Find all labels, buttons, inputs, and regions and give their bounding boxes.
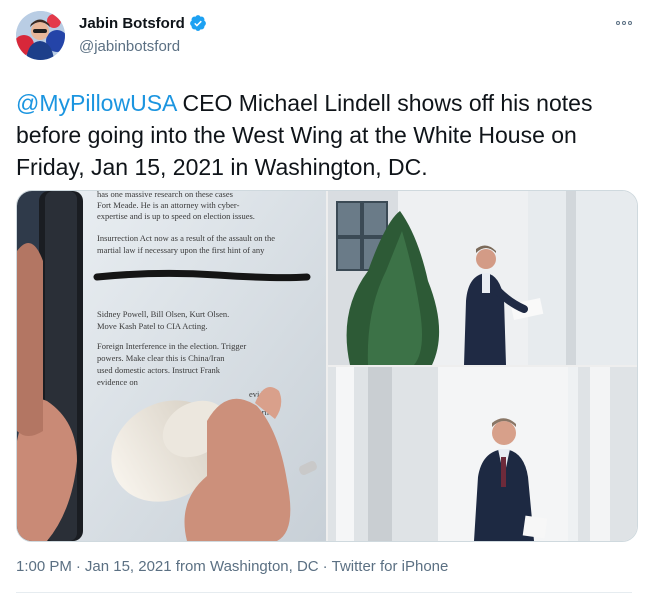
tweet-time: 1:00 PM (16, 558, 72, 575)
photo-lindell-standing[interactable] (328, 367, 637, 541)
notes-line: expertise and is up to speed on election… (97, 211, 255, 221)
author-display-name[interactable]: Jabin Botsford (79, 14, 207, 32)
notes-line: Sidney Powell, Bill Olsen, Kurt Olsen. (97, 309, 229, 319)
separator: · (75, 558, 81, 575)
client-link[interactable]: Twitter for iPhone (332, 558, 449, 575)
notes-line: powers. Make clear this is China/Iran (97, 353, 225, 363)
notes-line: used domestic actors. Instruct Frank (97, 365, 221, 375)
tweet-metadata: 1:00 PM · Jan 15, 2021 from Washington, DC… (16, 558, 448, 575)
more-options-button[interactable] (612, 14, 636, 32)
notes-line: Move Kash Patel to CIA Acting. (97, 321, 208, 331)
tweet-text: @MyPillowUSA CEO Michael Lindell shows o… (16, 87, 636, 183)
display-name-text: Jabin Botsford (79, 14, 185, 32)
from-label: from (175, 558, 210, 575)
user-avatar-icon (16, 11, 65, 60)
notes-line: evidence on (97, 377, 139, 387)
more-dot-icon (628, 21, 632, 25)
more-dot-icon (622, 21, 626, 25)
lindell-standing-image (328, 367, 637, 541)
author-handle[interactable]: @jabinbotsford (79, 38, 180, 55)
location-link[interactable]: Washington, DC (210, 558, 319, 575)
more-dot-icon (616, 21, 620, 25)
tweet-timestamp-link[interactable]: 1:00 PM · Jan 15, 2021 (16, 558, 172, 575)
separator: · (322, 558, 328, 575)
media-grid: has one massive research on these cases … (16, 190, 638, 542)
notes-line: martial law if necessary upon the first … (97, 245, 265, 255)
tweet-date: Jan 15, 2021 (84, 558, 172, 575)
tweet: Jabin Botsford @jabinbotsford @MyPillowU… (0, 0, 648, 600)
divider (16, 592, 632, 593)
lindell-walking-image (328, 191, 637, 365)
notes-line: Insurrection Act now as a result of the … (97, 233, 275, 243)
verified-badge-icon (189, 15, 206, 31)
notes-line: Fort Meade. He is an attorney with cyber… (97, 200, 240, 210)
mention-link[interactable]: @MyPillowUSA (16, 90, 176, 116)
photo-lindell-walking[interactable] (328, 191, 637, 365)
notes-line: has one massive research on these cases (97, 191, 233, 199)
notes-closeup-image: has one massive research on these cases … (17, 191, 326, 541)
notes-line: Foreign Interference in the election. Tr… (97, 341, 246, 351)
avatar[interactable] (16, 11, 65, 60)
photo-notes-closeup[interactable]: has one massive research on these cases … (17, 191, 326, 541)
